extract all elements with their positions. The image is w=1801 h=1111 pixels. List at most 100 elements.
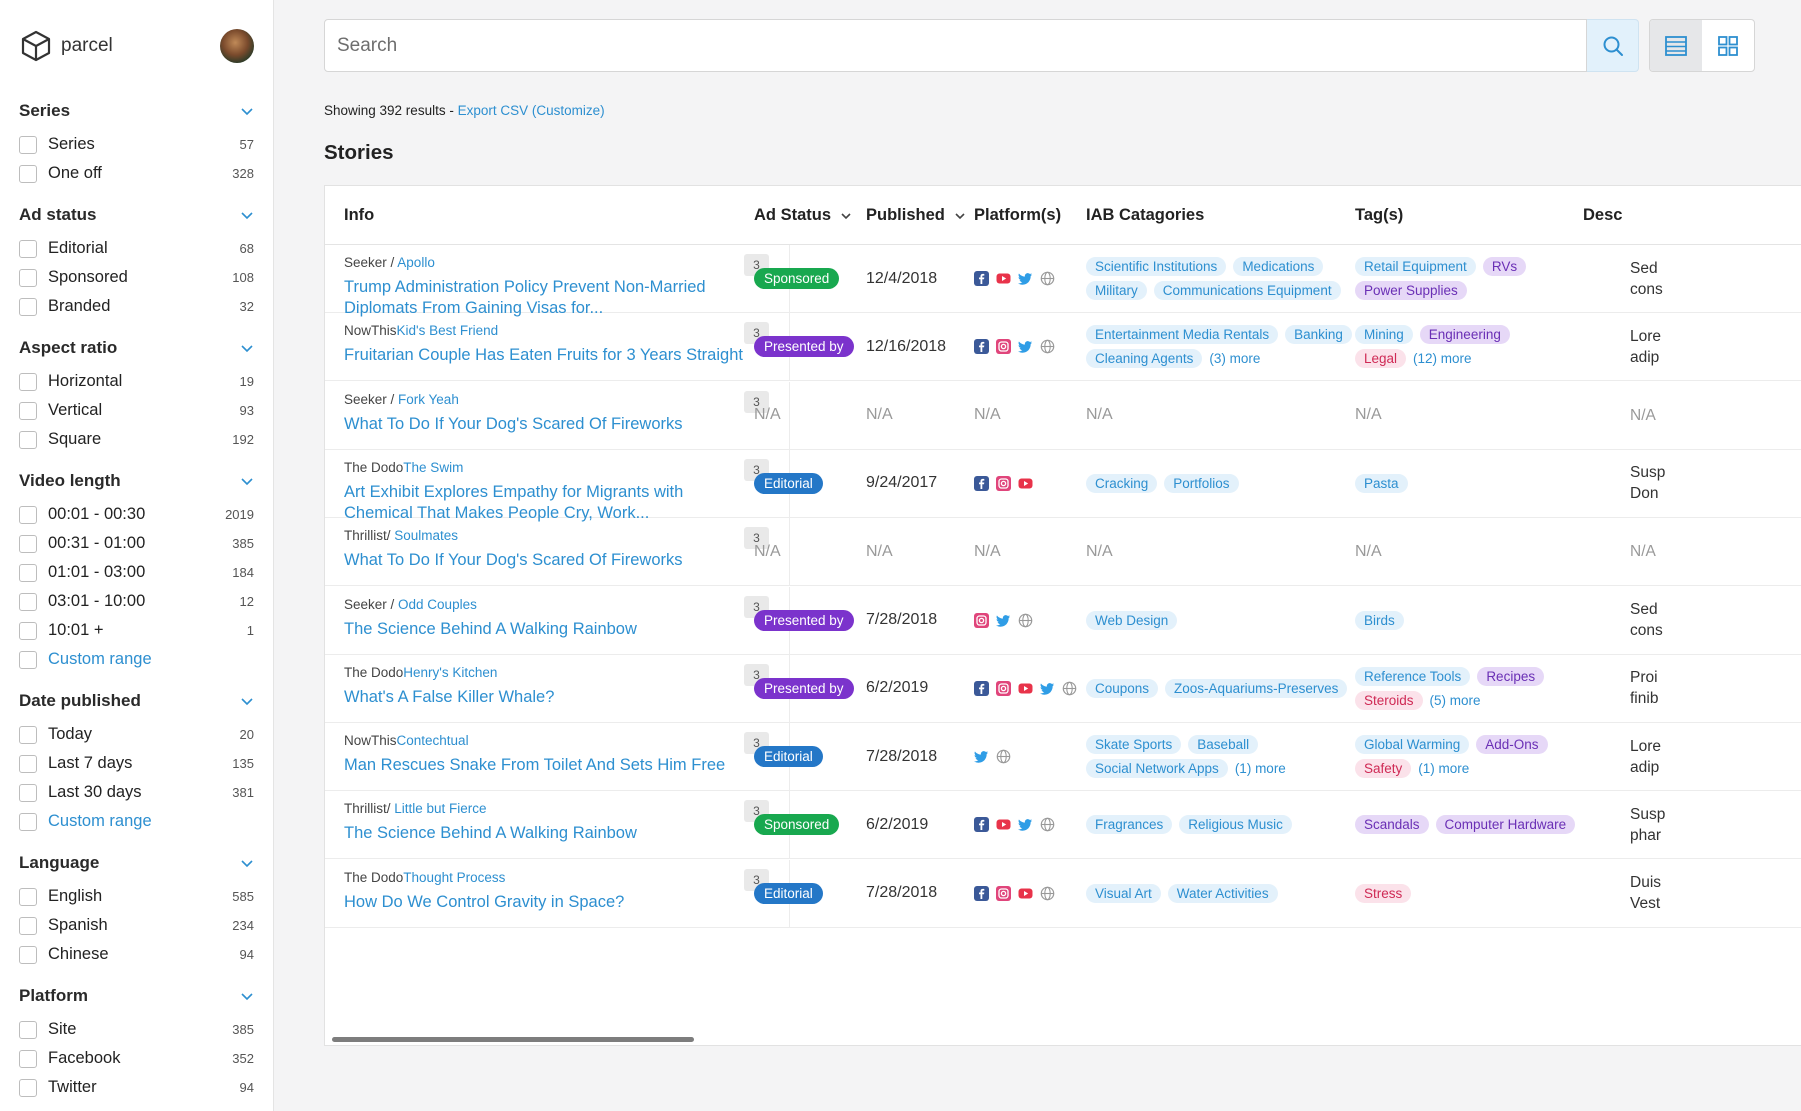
iab-tag[interactable]: Coupons [1086,678,1159,698]
checkbox[interactable] [19,534,37,553]
filter-option[interactable]: English 585 [19,882,254,911]
tag-chip[interactable]: Stress [1355,883,1412,903]
row-program-link[interactable]: Kid's Best Friend [397,323,499,338]
checkbox[interactable] [19,505,37,524]
filter-option[interactable]: Last 7 days 135 [19,749,254,778]
filter-option[interactable]: 00:01 - 00:30 2019 [19,500,254,529]
filter-group-header[interactable]: Video length [19,462,254,500]
column-published[interactable]: Published [866,186,966,245]
checkbox[interactable] [19,812,37,831]
iab-tag[interactable]: Cleaning Agents [1086,349,1203,369]
tags-more-link[interactable]: (5) more [1430,693,1481,708]
row-title-link[interactable]: Man Rescues Snake From Toilet And Sets H… [344,755,744,776]
tag-chip[interactable]: RVs [1482,257,1527,276]
filter-option[interactable]: Editorial 68 [19,234,254,263]
tag-chip[interactable]: Global Warming [1355,735,1470,755]
row-title-link[interactable]: The Science Behind A Walking Rainbow [344,823,744,844]
filter-option[interactable]: Custom range [19,807,254,836]
iab-tag[interactable]: Web Design [1086,610,1178,630]
filter-group-header[interactable]: Aspect ratio [19,329,254,367]
filter-option[interactable]: Series 57 [19,130,254,159]
checkbox[interactable] [19,725,37,744]
iab-tag[interactable]: Social Network Apps [1086,759,1228,779]
checkbox[interactable] [19,1049,37,1068]
iab-more-link[interactable]: (1) more [1235,761,1286,776]
tag-chip[interactable]: Recipes [1477,666,1545,686]
checkbox[interactable] [19,754,37,773]
checkbox[interactable] [19,239,37,258]
checkbox[interactable] [19,783,37,802]
column-ad-status[interactable]: Ad Status [754,186,852,245]
tag-chip[interactable]: Pasta [1355,473,1408,493]
checkbox[interactable] [19,430,37,449]
filter-option[interactable]: Twitter 94 [19,1073,254,1102]
search-button[interactable] [1587,19,1639,72]
iab-tag[interactable]: Entertainment Media Rentals [1086,325,1279,345]
filter-option[interactable]: Sponsored 108 [19,263,254,292]
tag-chip[interactable]: Add-Ons [1476,735,1548,755]
checkbox[interactable] [19,372,37,391]
tags-more-link[interactable]: (12) more [1413,351,1472,366]
row-title-link[interactable]: How Do We Control Gravity in Space? [344,892,744,913]
tag-chip[interactable]: Retail Equipment [1355,257,1476,276]
tag-chip[interactable]: Steroids [1355,690,1423,710]
horizontal-scrollbar[interactable] [332,1037,694,1042]
iab-tag[interactable]: Cracking [1086,473,1158,493]
checkbox[interactable] [19,916,37,935]
row-program-link[interactable]: Soulmates [394,528,458,543]
search-input[interactable] [337,34,1586,57]
tag-chip[interactable]: Reference Tools [1355,666,1471,686]
iab-tag[interactable]: Fragrances [1086,815,1173,835]
checkbox[interactable] [19,592,37,611]
iab-tag[interactable]: Scientific Institutions [1086,257,1227,276]
tag-chip[interactable]: Power Supplies [1355,281,1467,300]
filter-option[interactable]: One off 328 [19,159,254,188]
filter-option[interactable]: 03:01 - 10:00 12 [19,587,254,616]
filter-option[interactable]: 10:01 + 1 [19,616,254,645]
row-title-link[interactable]: What To Do If Your Dog's Scared Of Firew… [344,550,744,571]
row-title-link[interactable]: The Science Behind A Walking Rainbow [344,619,744,640]
filter-option[interactable]: Horizontal 19 [19,367,254,396]
row-program-link[interactable]: Odd Couples [398,597,477,612]
row-program-link[interactable]: Thought Process [403,870,505,885]
filter-group-header[interactable]: Ad status [19,196,254,234]
tag-chip[interactable]: Legal [1355,349,1407,369]
checkbox[interactable] [19,563,37,582]
row-program-link[interactable]: Contechtual [397,733,469,748]
tag-chip[interactable]: Engineering [1419,325,1510,345]
checkbox[interactable] [19,650,37,669]
iab-tag[interactable]: Visual Art [1086,883,1161,903]
iab-tag[interactable]: Military [1086,281,1147,300]
filter-option[interactable]: 00:31 - 01:00 385 [19,529,254,558]
row-program-link[interactable]: The Swim [403,460,463,475]
checkbox[interactable] [19,297,37,316]
tag-chip[interactable]: Computer Hardware [1435,815,1576,835]
checkbox[interactable] [19,135,37,154]
iab-more-link[interactable]: (3) more [1209,351,1260,366]
filter-option[interactable]: Square 192 [19,425,254,454]
iab-tag[interactable]: Portfolios [1164,473,1239,493]
export-csv-link[interactable]: Export CSV (Customize) [458,103,605,118]
filter-option[interactable]: Branded 32 [19,292,254,321]
grid-view-button[interactable] [1702,20,1754,71]
iab-tag[interactable]: Water Activities [1167,883,1278,903]
row-program-link[interactable]: Henry's Kitchen [403,665,497,680]
iab-tag[interactable]: Religious Music [1179,815,1292,835]
row-program-link[interactable]: Little but Fierce [394,801,486,816]
filter-option[interactable]: 01:01 - 03:00 184 [19,558,254,587]
filter-group-header[interactable]: Language [19,844,254,882]
row-program-link[interactable]: Fork Yeah [398,392,459,407]
checkbox[interactable] [19,621,37,640]
tag-chip[interactable]: Mining [1355,325,1413,345]
filter-option[interactable]: Vertical 93 [19,396,254,425]
filter-option[interactable]: Today 20 [19,720,254,749]
avatar[interactable] [220,29,254,63]
checkbox[interactable] [19,887,37,906]
tag-chip[interactable]: Scandals [1355,815,1429,835]
checkbox[interactable] [19,1078,37,1097]
iab-tag[interactable]: Skate Sports [1086,735,1182,755]
checkbox[interactable] [19,164,37,183]
filter-option[interactable]: Spanish 234 [19,911,254,940]
iab-tag[interactable]: Medications [1233,257,1324,276]
filter-group-header[interactable]: Series [19,92,254,130]
